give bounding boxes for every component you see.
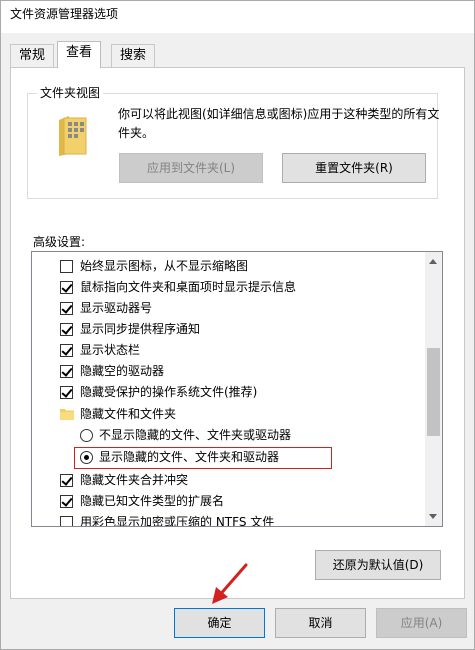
reset-folders-button[interactable]: 重置文件夹(R) (282, 153, 426, 183)
scroll-down-icon[interactable] (429, 514, 437, 519)
list-item[interactable]: 始终显示图标，从不显示缩略图 (32, 256, 424, 277)
list-item[interactable]: 显示同步提供程序通知 (32, 319, 424, 340)
scroll-up-icon[interactable] (429, 259, 437, 264)
ok-button[interactable]: 确定 (174, 608, 265, 638)
highlight-box (74, 447, 332, 469)
folder-view-icon (59, 116, 87, 156)
folder-options-dialog: 文件资源管理器选项 常规 查看 搜索 文件夹视图 你可以将此视图(如详细信息或图… (0, 0, 475, 650)
list-item[interactable]: 隐藏空的驱动器 (32, 361, 424, 382)
checkbox[interactable] (60, 474, 73, 487)
checkbox[interactable] (60, 516, 73, 526)
apply-to-folders-button[interactable]: 应用到文件夹(L) (119, 153, 263, 183)
tab-view[interactable]: 查看 (57, 41, 102, 68)
list-item[interactable]: 隐藏受保护的操作系统文件(推荐) (32, 382, 424, 403)
restore-defaults-button[interactable]: 还原为默认值(D) (315, 550, 441, 580)
folder-icon (60, 409, 74, 420)
list-item[interactable]: 显示驱动器号 (32, 298, 424, 319)
window-title: 文件资源管理器选项 (1, 1, 474, 33)
scroll-thumb[interactable] (427, 348, 440, 436)
checkbox[interactable] (60, 344, 73, 357)
advanced-settings-label: 高级设置: (33, 235, 86, 249)
annotation-arrow-icon (212, 563, 248, 604)
checkbox[interactable] (60, 495, 73, 508)
cancel-button[interactable]: 取消 (275, 608, 366, 638)
list-item[interactable]: 显示状态栏 (32, 340, 424, 361)
apply-button[interactable]: 应用(A) (376, 608, 467, 638)
checkbox[interactable] (60, 281, 73, 294)
tab-search[interactable]: 搜索 (111, 44, 156, 68)
list-item[interactable]: 不显示隐藏的文件、文件夹或驱动器 (32, 425, 424, 446)
folder-view-group-label: 文件夹视图 (37, 84, 104, 101)
folder-view-description: 你可以将此视图(如详细信息或图标)应用于这种类型的所有文件夹。 (118, 107, 440, 140)
list-item[interactable]: 用彩色显示加密或压缩的 NTFS 文件 (32, 512, 424, 526)
radio-button[interactable] (80, 429, 93, 442)
list-item: 隐藏文件和文件夹 (32, 404, 424, 425)
tab-general[interactable]: 常规 (10, 44, 55, 68)
vertical-scrollbar[interactable] (425, 252, 442, 526)
checkbox[interactable] (60, 302, 73, 315)
checkbox[interactable] (60, 260, 73, 273)
list-item[interactable]: 隐藏文件夹合并冲突 (32, 470, 424, 491)
checkbox[interactable] (60, 323, 73, 336)
list-item[interactable]: 隐藏已知文件类型的扩展名 (32, 491, 424, 512)
list-item[interactable]: 鼠标指向文件夹和桌面项时显示提示信息 (32, 277, 424, 298)
checkbox[interactable] (60, 386, 73, 399)
checkbox[interactable] (60, 365, 73, 378)
advanced-settings-list[interactable]: 始终显示图标，从不显示缩略图 鼠标指向文件夹和桌面项时显示提示信息 显示驱动器号… (31, 251, 443, 527)
